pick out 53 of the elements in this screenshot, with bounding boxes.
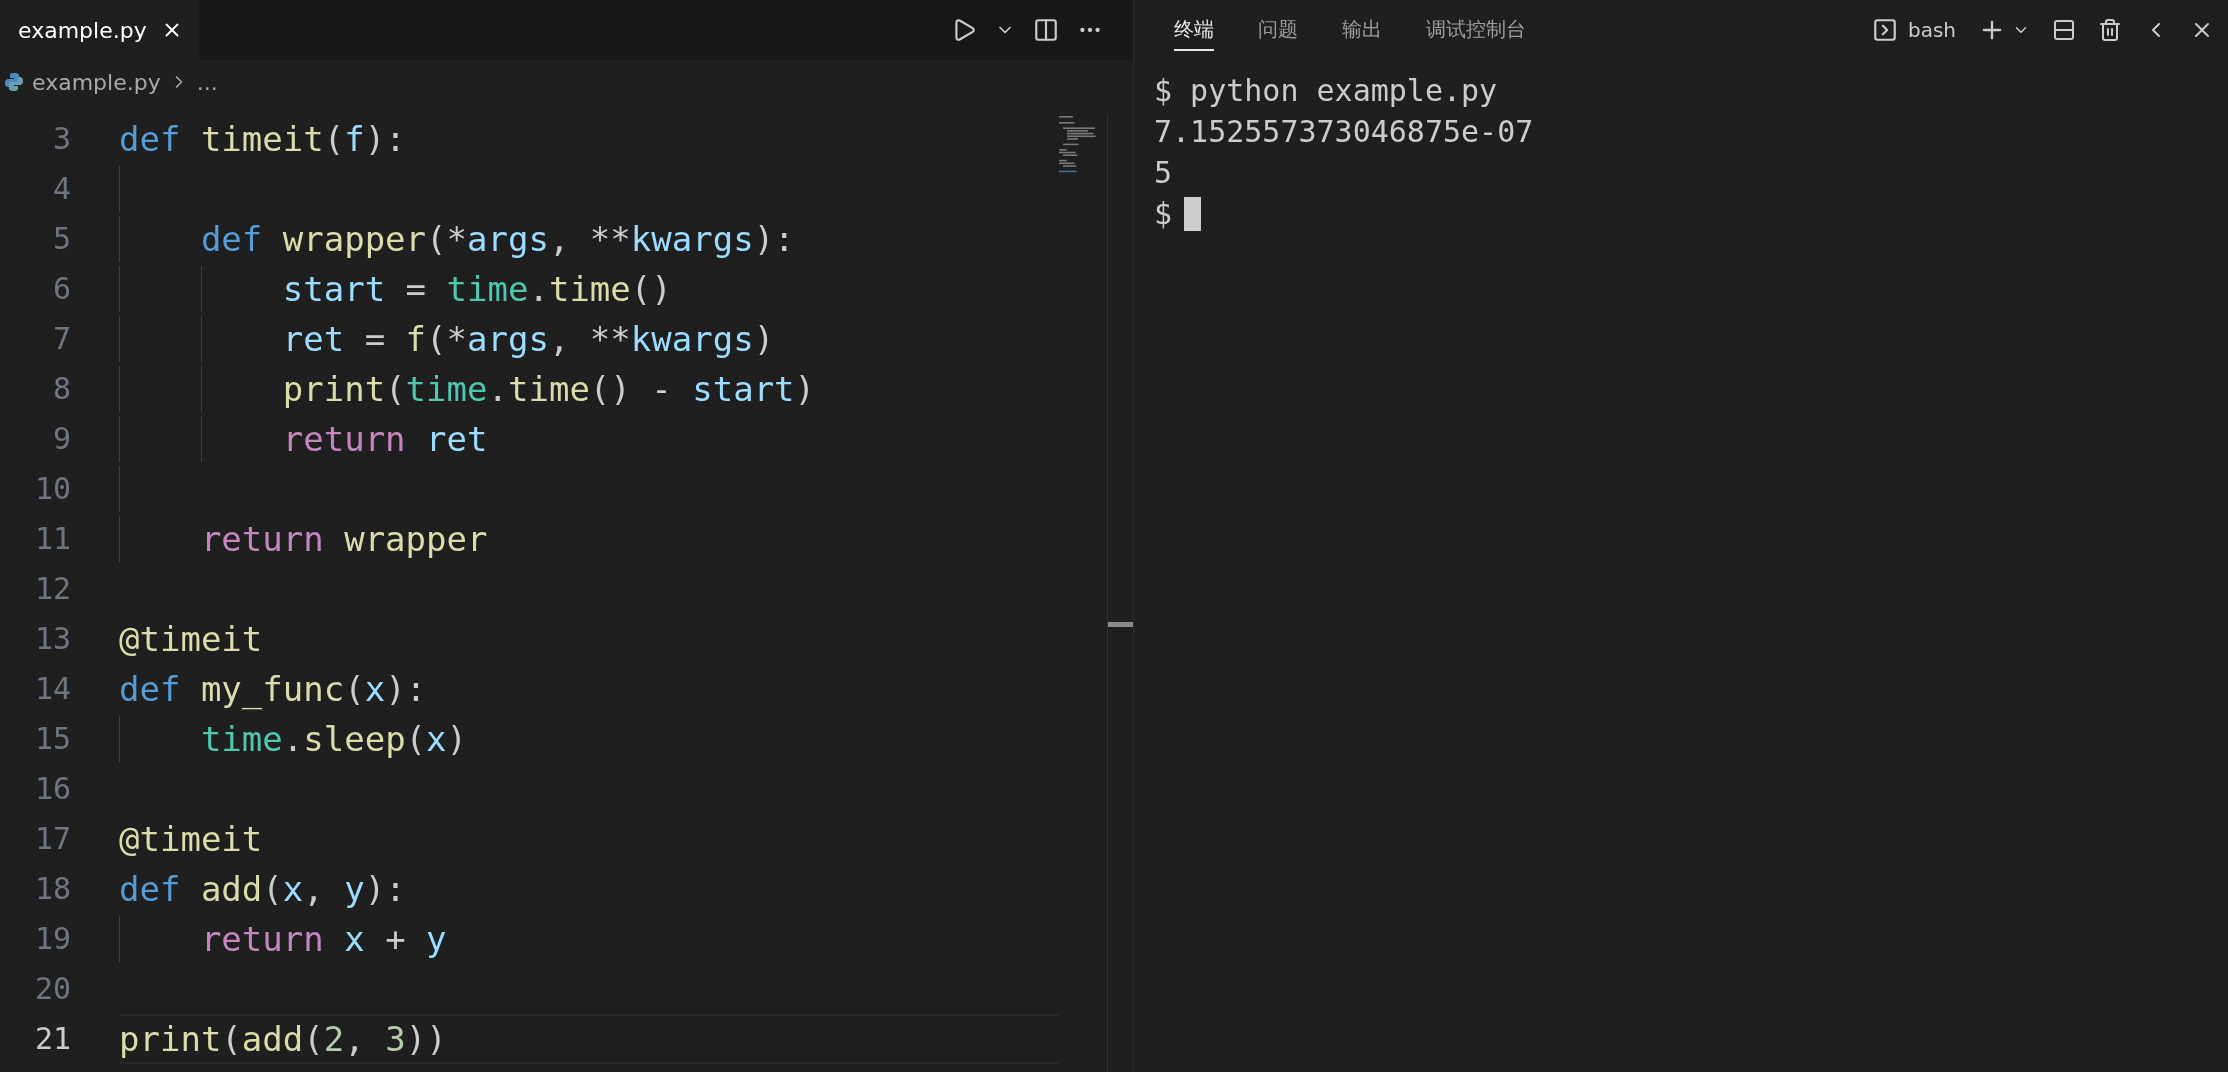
line-number: 5	[51, 220, 71, 258]
tab-label: example.py	[18, 17, 147, 43]
line-number: 14	[33, 670, 71, 708]
split-editor-icon[interactable]	[1033, 17, 1059, 43]
panel-tab[interactable]: 终端	[1174, 9, 1214, 51]
line-number: 15	[33, 720, 71, 758]
shell-label[interactable]: bash	[1907, 18, 1956, 42]
terminal-line: 5	[1154, 155, 1173, 190]
line-number: 4	[51, 170, 71, 208]
trash-icon[interactable]	[2098, 18, 2122, 42]
line-number: 20	[33, 970, 71, 1008]
line-number: 17	[33, 820, 71, 858]
scrollbar-thumb[interactable]	[1108, 622, 1133, 627]
code-line: ret = f(*args, **kwargs)	[281, 319, 775, 359]
code-line: def wrapper(*args, **kwargs):	[199, 219, 795, 259]
panel-tab[interactable]: 问题	[1258, 9, 1298, 51]
panel-tab[interactable]: 调试控制台	[1426, 9, 1526, 51]
line-number: 18	[33, 870, 71, 908]
line-number: 7	[51, 320, 71, 358]
code-line: print(time.time() - start)	[281, 369, 816, 409]
terminal-icon[interactable]	[1871, 17, 1898, 43]
code-line: def timeit(f):	[119, 119, 406, 159]
panel-tab[interactable]: 输出	[1342, 9, 1382, 51]
line-number: 13	[33, 620, 71, 658]
terminal-line: 7.152557373046875e-07	[1154, 114, 1534, 149]
breadcrumb-more[interactable]: ...	[196, 69, 218, 95]
split-terminal-icon[interactable]	[2052, 18, 2076, 42]
terminal-line: $	[1154, 196, 1173, 231]
code-line: return ret	[281, 419, 488, 459]
line-number: 21	[33, 1020, 71, 1058]
text-cursor	[1184, 196, 1202, 231]
code-line: time.sleep(x)	[199, 719, 468, 759]
code-line: def my_func(x):	[119, 669, 427, 709]
line-number: 9	[51, 420, 71, 458]
code-line: start = time.time()	[281, 269, 672, 309]
line-number: 10	[33, 470, 71, 508]
line-number: 12	[33, 570, 71, 608]
python-file-icon	[4, 72, 24, 92]
line-number: 3	[51, 120, 71, 158]
code-line: @timeit	[119, 819, 263, 859]
line-number: 19	[33, 920, 71, 958]
editor-tab[interactable]: example.py	[0, 0, 199, 60]
terminal-line: $ python example.py	[1154, 73, 1498, 108]
code-line: print(add(2, 3))	[119, 1019, 447, 1059]
breadcrumb-file[interactable]: example.py	[32, 69, 161, 95]
code-line: def add(x, y):	[119, 869, 406, 909]
line-number: 8	[51, 370, 71, 408]
line-number: 6	[51, 270, 71, 308]
code-line: return wrapper	[199, 519, 488, 559]
line-number: 16	[33, 770, 71, 808]
line-number: 11	[33, 520, 71, 558]
code-line: return x + y	[199, 919, 447, 959]
code-line: @timeit	[119, 619, 263, 659]
